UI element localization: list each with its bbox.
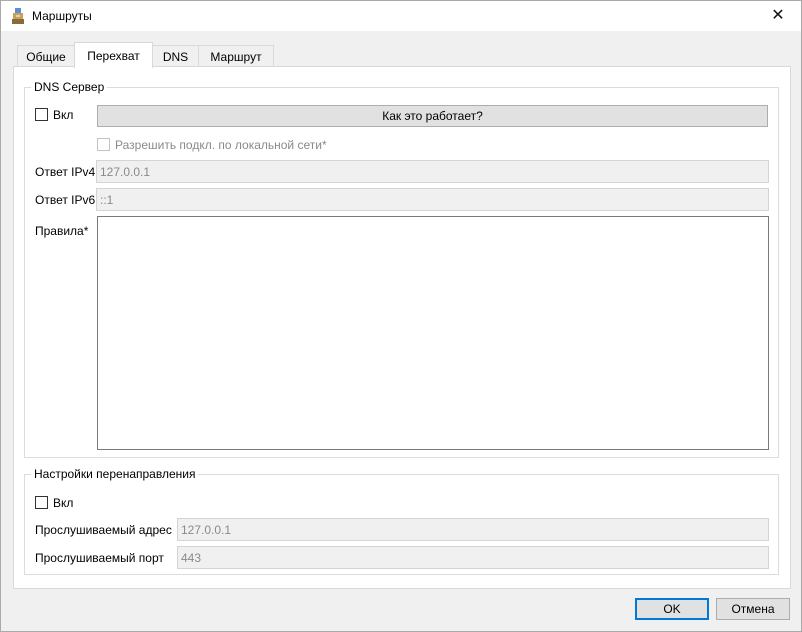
- listen-address-label: Прослушиваемый адрес: [35, 523, 172, 537]
- tab-intercept-label: Перехват: [87, 48, 140, 63]
- tab-page-intercept: DNS Сервер Вкл Как это работает? Разреши…: [13, 66, 791, 589]
- ok-button-label: OK: [663, 602, 681, 616]
- tab-general-label: Общие: [26, 49, 66, 64]
- app-icon: [12, 8, 24, 24]
- rules-textarea[interactable]: [97, 216, 769, 450]
- listen-port-input[interactable]: 443: [177, 546, 769, 569]
- ipv6-label: Ответ IPv6: [35, 193, 96, 207]
- tab-dns-label: DNS: [162, 49, 189, 64]
- routes-window: Маршруты ✕ Общие Перехват DNS Маршрут DN…: [0, 0, 802, 632]
- allow-local-checkbox[interactable]: [97, 138, 110, 151]
- dns-server-group: DNS Сервер Вкл Как это работает? Разреши…: [24, 80, 779, 458]
- window-title: Маршруты: [32, 9, 92, 23]
- allow-local-label: Разрешить подкл. по локальной сети*: [115, 138, 327, 152]
- tab-general[interactable]: Общие: [17, 45, 75, 67]
- tab-dns[interactable]: DNS: [152, 45, 199, 67]
- cancel-button-label: Отмена: [731, 602, 775, 616]
- rules-label: Правила*: [35, 224, 89, 238]
- listen-port-label: Прослушиваемый порт: [35, 551, 164, 565]
- redirect-settings-group: Настройки перенаправления Вкл Прослушива…: [24, 467, 779, 575]
- redirect-settings-legend: Настройки перенаправления: [31, 467, 199, 481]
- redirect-enable-label: Вкл: [53, 496, 74, 510]
- ipv6-input[interactable]: ::1: [96, 188, 769, 211]
- dns-enable-label: Вкл: [53, 108, 74, 122]
- tab-route[interactable]: Маршрут: [198, 45, 274, 67]
- close-button[interactable]: ✕: [755, 1, 801, 31]
- ipv4-label: Ответ IPv4: [35, 165, 96, 179]
- listen-address-input[interactable]: 127.0.0.1: [177, 518, 769, 541]
- redirect-enable-checkbox[interactable]: [35, 496, 48, 509]
- cancel-button[interactable]: Отмена: [716, 598, 790, 620]
- close-icon: ✕: [771, 7, 785, 24]
- dns-enable-checkbox[interactable]: [35, 108, 48, 121]
- how-it-works-label: Как это работает?: [382, 109, 483, 123]
- tab-route-label: Маршрут: [210, 49, 262, 64]
- ok-button[interactable]: OK: [635, 598, 709, 620]
- title-bar[interactable]: Маршруты ✕: [1, 1, 801, 31]
- dns-server-legend: DNS Сервер: [31, 80, 108, 94]
- how-it-works-button[interactable]: Как это работает?: [97, 105, 768, 127]
- ipv4-input[interactable]: 127.0.0.1: [96, 160, 769, 183]
- tab-intercept[interactable]: Перехват: [74, 42, 153, 68]
